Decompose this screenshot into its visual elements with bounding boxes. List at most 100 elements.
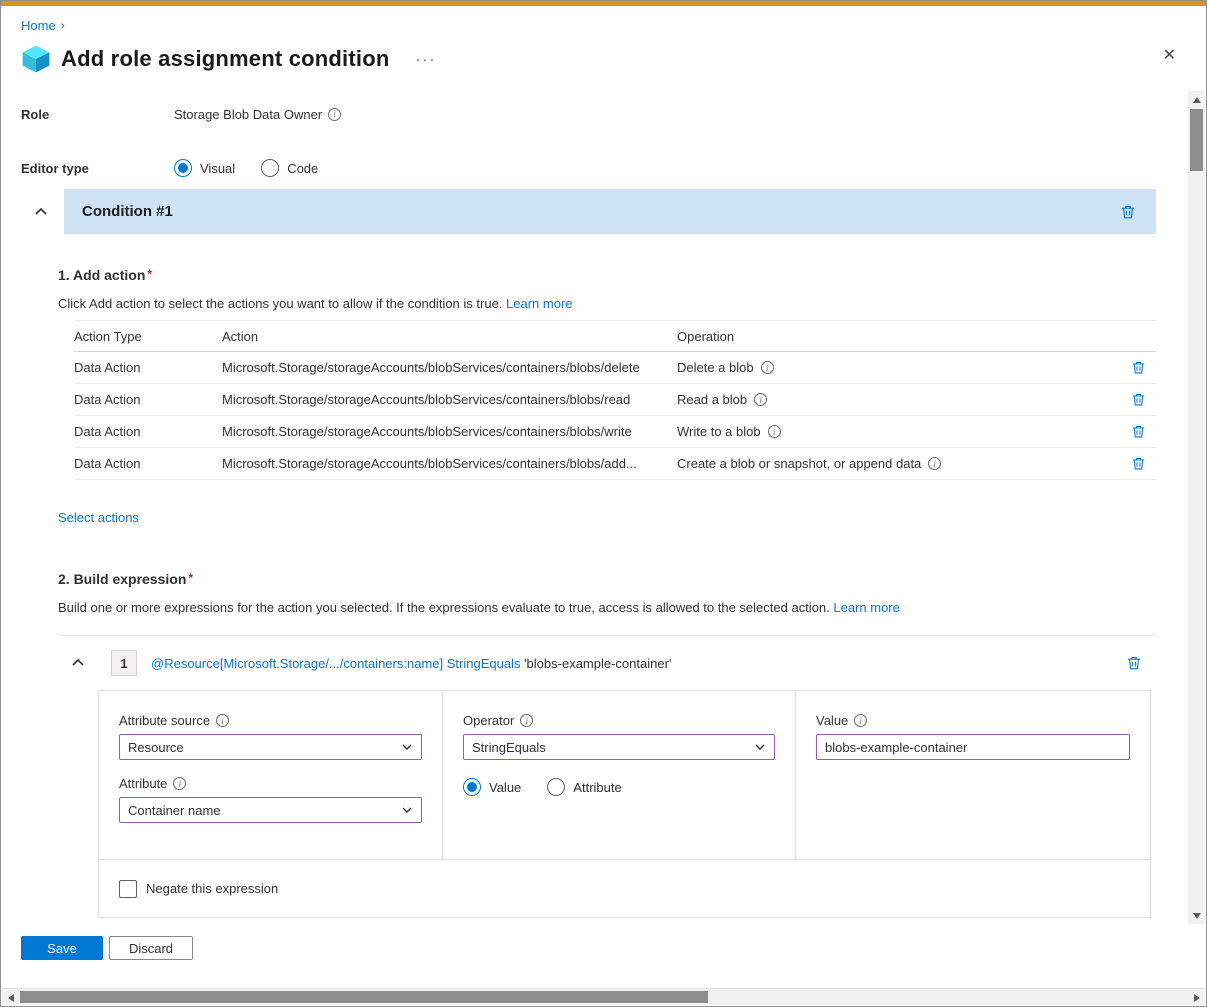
breadcrumb-home-link[interactable]: Home	[21, 18, 56, 33]
radio-value[interactable]	[463, 778, 481, 796]
info-icon[interactable]	[854, 714, 867, 727]
operation-text: Create a blob or snapshot, or append dat…	[677, 456, 921, 471]
operation-cell: Read a blob	[677, 392, 1116, 407]
delete-action-button[interactable]	[1129, 390, 1148, 409]
info-icon[interactable]	[768, 425, 781, 438]
actions-table: Action Type Action Operation Data Action…	[74, 320, 1156, 480]
scroll-right-button[interactable]	[1188, 989, 1205, 1006]
table-row: Data Action Microsoft.Storage/storageAcc…	[74, 416, 1156, 448]
add-action-heading: 1. Add action*	[58, 267, 1156, 283]
select-actions-link[interactable]: Select actions	[58, 510, 139, 525]
triangle-left-icon	[8, 994, 14, 1002]
chevron-up-icon	[71, 656, 85, 670]
collapse-condition-button[interactable]	[31, 205, 51, 219]
table-row: Data Action Microsoft.Storage/storageAcc…	[74, 384, 1156, 416]
learn-more-link[interactable]: Learn more	[833, 600, 899, 615]
trash-icon	[1131, 360, 1146, 375]
scroll-up-button[interactable]	[1188, 91, 1205, 108]
page-header: Add role assignment condition ···	[1, 40, 1206, 78]
col-action-type: Action Type	[74, 329, 222, 344]
condition-title: Condition #1	[82, 203, 1118, 220]
delete-action-button[interactable]	[1129, 422, 1148, 441]
info-icon[interactable]	[754, 393, 767, 406]
radio-value-label: Value	[489, 780, 521, 795]
radio-visual-label: Visual	[200, 161, 235, 176]
action-cell: Microsoft.Storage/storageAccounts/blobSe…	[222, 392, 677, 407]
expression-operator: StringEquals	[447, 656, 521, 671]
expression-value: 'blobs-example-container'	[524, 656, 671, 671]
required-asterisk: *	[147, 267, 152, 281]
info-icon[interactable]	[216, 714, 229, 727]
save-button[interactable]: Save	[21, 936, 103, 960]
value-label: Value	[816, 713, 848, 728]
triangle-down-icon	[1193, 913, 1201, 919]
horizontal-scrollbar[interactable]	[2, 988, 1205, 1005]
action-cell: Microsoft.Storage/storageAccounts/blobSe…	[222, 456, 677, 471]
role-value: Storage Blob Data Owner	[174, 107, 322, 122]
more-options-icon[interactable]: ···	[416, 51, 437, 68]
role-label: Role	[21, 107, 174, 122]
breadcrumb: Home ›	[1, 6, 1206, 34]
action-type-cell: Data Action	[74, 424, 222, 439]
vertical-scrollbar[interactable]	[1188, 91, 1205, 924]
actions-table-header: Action Type Action Operation	[74, 320, 1156, 352]
expression-block: 1 @Resource[Microsoft.Storage/.../contai…	[58, 635, 1156, 918]
radio-visual[interactable]	[174, 159, 192, 177]
expression-header: 1 @Resource[Microsoft.Storage/.../contai…	[58, 650, 1156, 676]
expression-attribute: @Resource[Microsoft.Storage/.../containe…	[151, 656, 443, 671]
operator-label: Operator	[463, 713, 514, 728]
operator-dropdown[interactable]: StringEquals	[463, 734, 775, 760]
discard-button[interactable]: Discard	[109, 936, 193, 960]
chevron-up-icon	[34, 205, 48, 219]
required-asterisk: *	[188, 571, 193, 585]
value-column: Value	[795, 691, 1150, 861]
info-icon[interactable]	[328, 108, 341, 121]
editor-type-label: Editor type	[21, 161, 174, 176]
close-icon[interactable]: ✕	[1163, 45, 1176, 65]
chevron-down-icon	[754, 741, 766, 753]
attribute-source-dropdown[interactable]: Resource	[119, 734, 422, 760]
info-icon[interactable]	[928, 457, 941, 470]
scroll-down-button[interactable]	[1188, 907, 1205, 924]
collapse-expression-button[interactable]	[71, 656, 87, 670]
negate-checkbox[interactable]	[119, 880, 137, 898]
action-type-cell: Data Action	[74, 392, 222, 407]
trash-icon	[1126, 655, 1142, 671]
chevron-down-icon	[401, 804, 413, 816]
action-cell: Microsoft.Storage/storageAccounts/blobSe…	[222, 424, 677, 439]
radio-attribute-label: Attribute	[573, 780, 621, 795]
delete-expression-button[interactable]	[1124, 653, 1144, 673]
trash-icon	[1120, 204, 1136, 220]
operation-text: Read a blob	[677, 392, 747, 407]
horizontal-scrollbar-thumb[interactable]	[20, 991, 708, 1003]
attribute-source-label: Attribute source	[119, 713, 210, 728]
learn-more-link[interactable]: Learn more	[506, 296, 572, 311]
operation-cell: Create a blob or snapshot, or append dat…	[677, 456, 1116, 471]
attribute-label: Attribute	[119, 776, 167, 791]
action-type-cell: Data Action	[74, 360, 222, 375]
chevron-down-icon	[401, 741, 413, 753]
operation-text: Write to a blob	[677, 424, 761, 439]
delete-condition-button[interactable]	[1118, 202, 1138, 222]
vertical-scrollbar-thumb[interactable]	[1190, 109, 1203, 171]
info-icon[interactable]	[173, 777, 186, 790]
attribute-dropdown[interactable]: Container name	[119, 797, 422, 823]
condition-header-row: Condition #1	[21, 189, 1156, 234]
condition-header-bar: Condition #1	[64, 189, 1156, 234]
info-icon[interactable]	[761, 361, 774, 374]
storage-blob-icon	[21, 44, 51, 74]
operation-cell: Delete a blob	[677, 360, 1116, 375]
scroll-left-button[interactable]	[2, 989, 19, 1006]
expression-index: 1	[111, 650, 137, 676]
action-type-cell: Data Action	[74, 456, 222, 471]
info-icon[interactable]	[520, 714, 533, 727]
radio-code[interactable]	[261, 159, 279, 177]
value-input[interactable]	[816, 734, 1130, 760]
action-cell: Microsoft.Storage/storageAccounts/blobSe…	[222, 360, 677, 375]
build-expression-heading: 2. Build expression*	[58, 571, 1156, 587]
operator-value: StringEquals	[472, 740, 546, 755]
delete-action-button[interactable]	[1129, 358, 1148, 377]
radio-attribute[interactable]	[547, 778, 565, 796]
table-row: Data Action Microsoft.Storage/storageAcc…	[74, 448, 1156, 480]
delete-action-button[interactable]	[1129, 454, 1148, 473]
